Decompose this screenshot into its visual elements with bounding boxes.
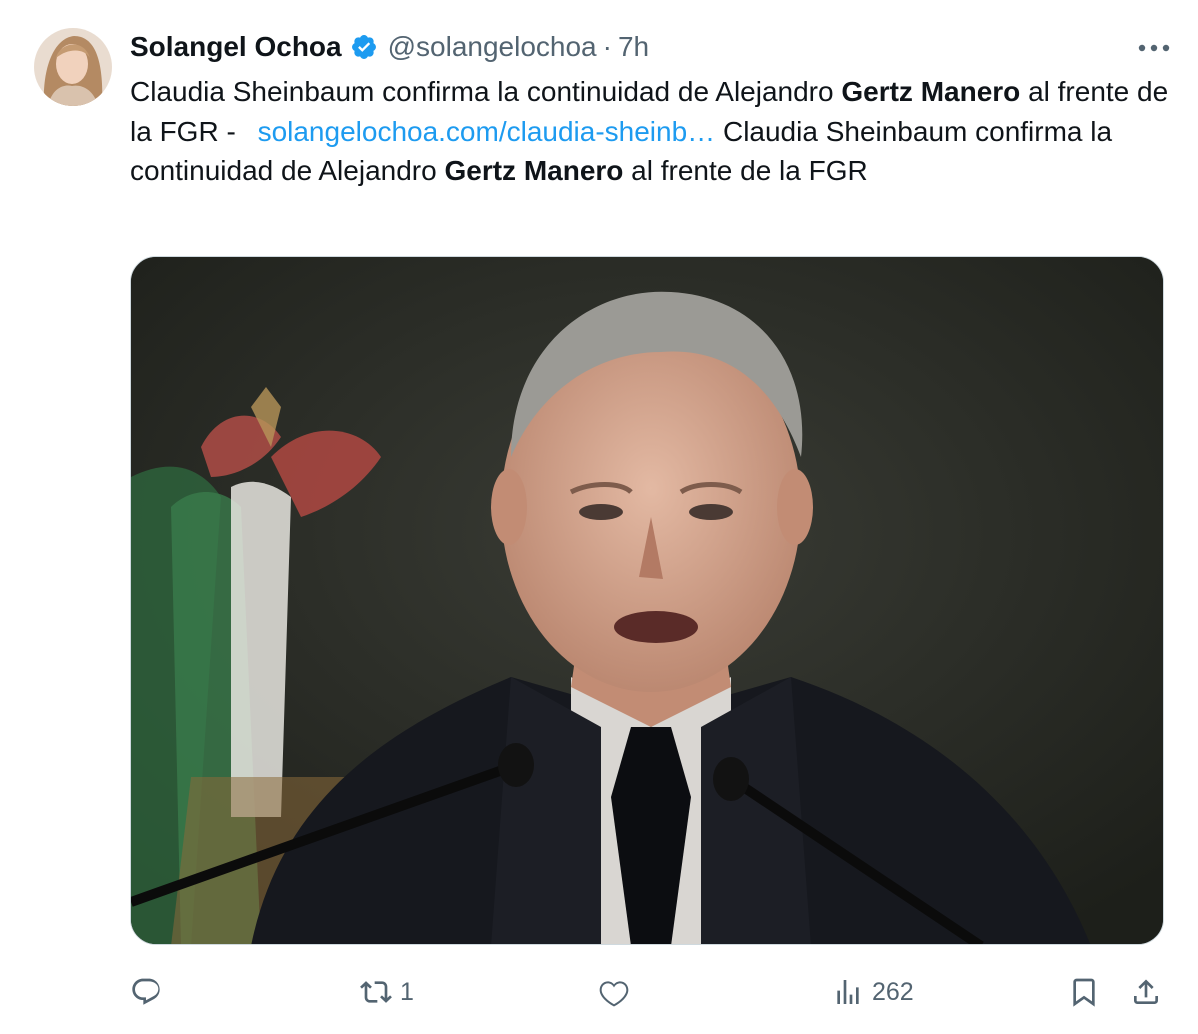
reply-button[interactable] [130,968,162,1016]
tweet-actions: 1 262 [130,968,1170,1016]
tweet-image[interactable] [130,256,1164,945]
views-button[interactable]: 262 [832,968,914,1016]
reply-icon [132,978,160,1005]
share-button[interactable] [1130,968,1162,1016]
verified-badge-icon[interactable] [350,33,378,61]
share-icon [1134,979,1158,1004]
tweet-text-part: Claudia Sheinbaum confirma la continuida… [130,76,842,107]
retweet-button[interactable]: 1 [360,968,414,1016]
separator-dot: · [602,31,612,62]
tweet-text-bold: Gertz Manero [841,76,1021,107]
bookmark-button[interactable] [1068,968,1100,1016]
bookmark-icon [1073,978,1095,1007]
retweet-icon [360,981,392,1003]
views-count: 262 [872,977,914,1006]
like-button[interactable] [598,968,630,1016]
tweet-text-bold: Gertz Manero [444,155,624,186]
avatar[interactable] [34,28,112,106]
avatar-image [34,28,112,106]
photo-speaker-at-podium [131,257,1163,944]
author-name[interactable]: Solangel Ochoa [130,31,342,63]
tweet-header: Solangel Ochoa @solangelochoa · 7h [130,30,649,64]
more-icon[interactable] [1134,34,1174,62]
retweet-count: 1 [400,977,414,1006]
tweet-text-part: al frente de la FGR [623,155,868,186]
author-handle[interactable]: @solangelochoa [388,31,597,63]
heart-icon [599,981,629,1007]
timestamp[interactable]: 7h [618,31,649,63]
tweet-link[interactable]: solangelochoa.com/claudia-sheinb… [258,116,716,147]
tweet-text: Claudia Sheinbaum confirma la continuida… [130,72,1170,191]
views-icon [837,980,859,1004]
